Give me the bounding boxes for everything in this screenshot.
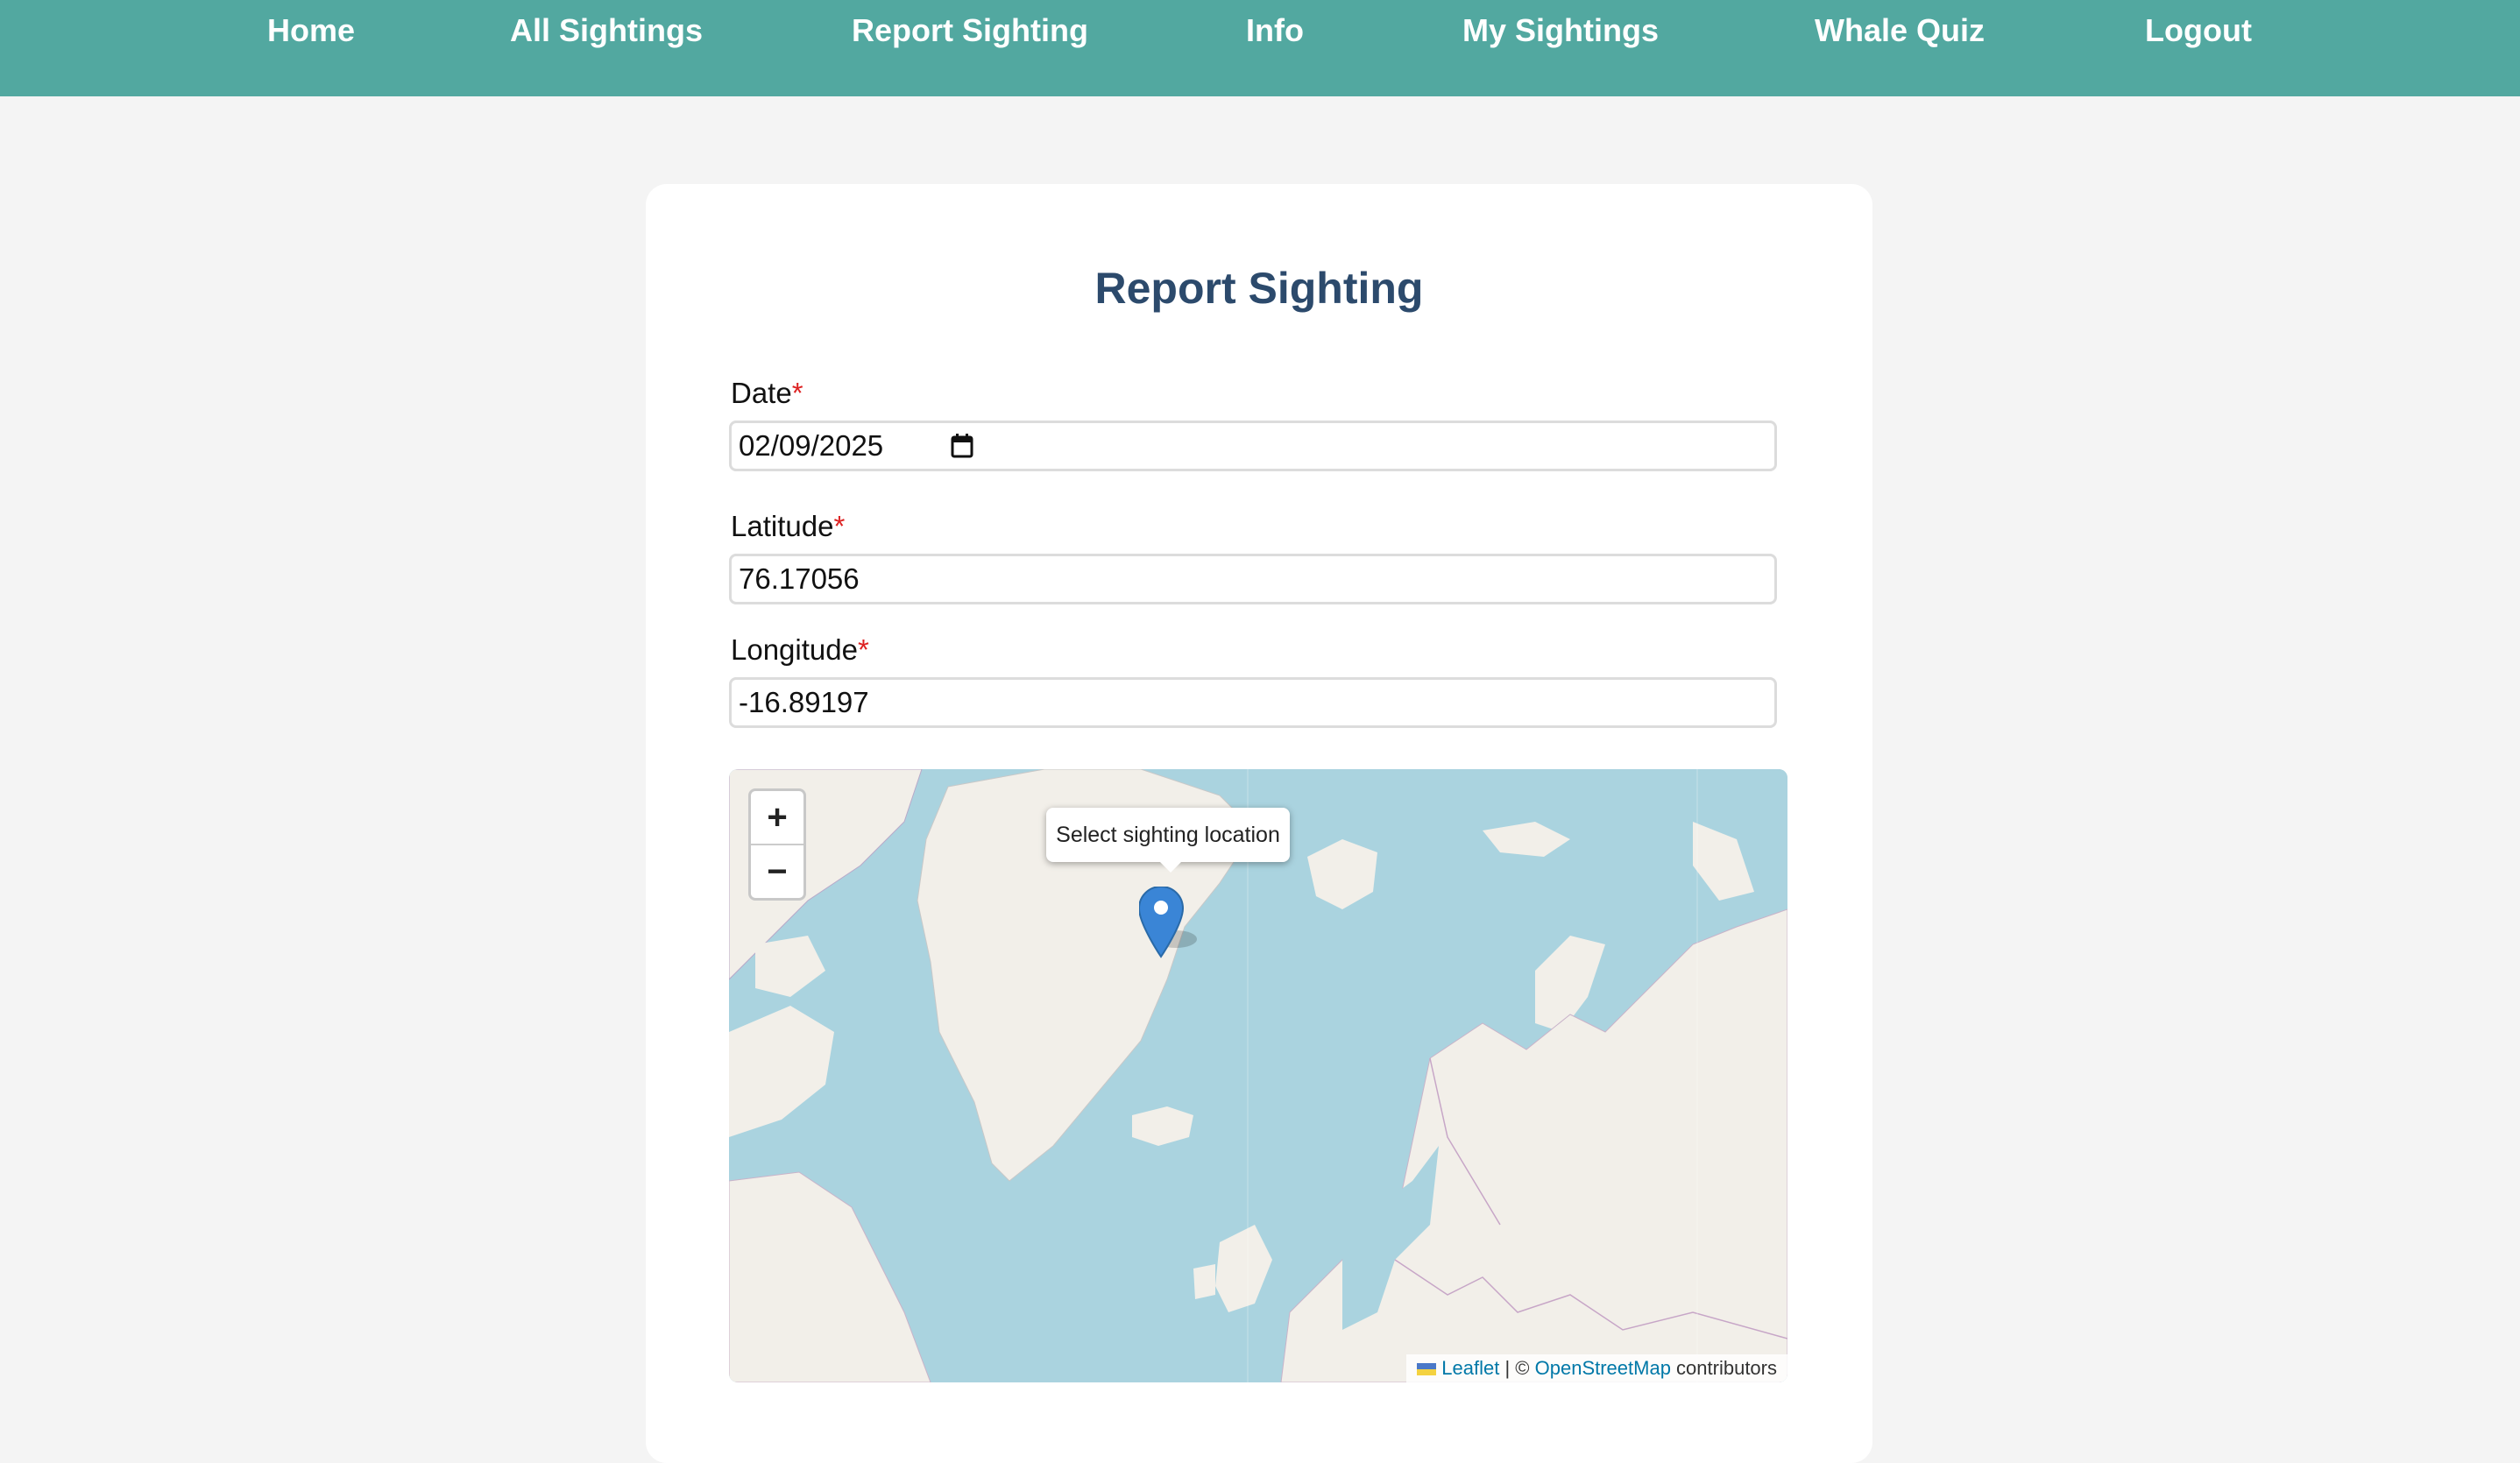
calendar-icon[interactable] [951,434,973,458]
nav-my-sightings[interactable]: My Sightings [1462,9,1659,53]
leaflet-link[interactable]: Leaflet [1441,1357,1499,1379]
popup-tip [1158,860,1183,873]
nav-all-sightings[interactable]: All Sightings [510,9,703,53]
required-mark: * [791,377,803,409]
required-mark: * [833,510,846,542]
zoom-in-button[interactable]: + [751,791,803,845]
page-title: Report Sighting [1094,264,1424,313]
attribution-separator: | © [1499,1357,1535,1379]
nav-home[interactable]: Home [267,9,355,53]
map-attribution: Leaflet | © OpenStreetMap contributors [1406,1354,1787,1382]
zoom-out-button[interactable]: − [751,845,803,898]
latitude-input[interactable]: 76.17056 [729,554,1777,604]
latitude-value: 76.17056 [739,562,860,595]
longitude-input[interactable]: -16.89197 [729,677,1777,728]
required-mark: * [857,633,869,666]
attribution-suffix: contributors [1670,1357,1777,1379]
osm-link[interactable]: OpenStreetMap [1535,1357,1671,1379]
nav-info[interactable]: Info [1246,9,1304,53]
date-value: 02/09/2025 [739,429,884,462]
report-sighting-card: Report Sighting Date* 02/09/2025 Latitud… [646,184,1872,1463]
date-label: Date* [731,377,803,409]
latitude-label: Latitude* [731,510,846,542]
nav-whale-quiz[interactable]: Whale Quiz [1815,9,1985,53]
zoom-control: + − [748,788,806,901]
top-navbar: Home All Sightings Report Sighting Info … [0,0,2520,96]
nav-report-sighting[interactable]: Report Sighting [852,9,1088,53]
date-input[interactable]: 02/09/2025 [729,421,1777,471]
longitude-label: Longitude* [731,633,869,666]
map-marker-icon[interactable] [1139,887,1200,958]
ukraine-flag-icon [1417,1363,1437,1376]
nav-logout[interactable]: Logout [2145,9,2252,53]
location-popup: Select sighting location [1046,808,1290,862]
location-map[interactable]: + − Select sighting location Leaflet | ©… [729,769,1787,1382]
longitude-value: -16.89197 [739,686,869,718]
